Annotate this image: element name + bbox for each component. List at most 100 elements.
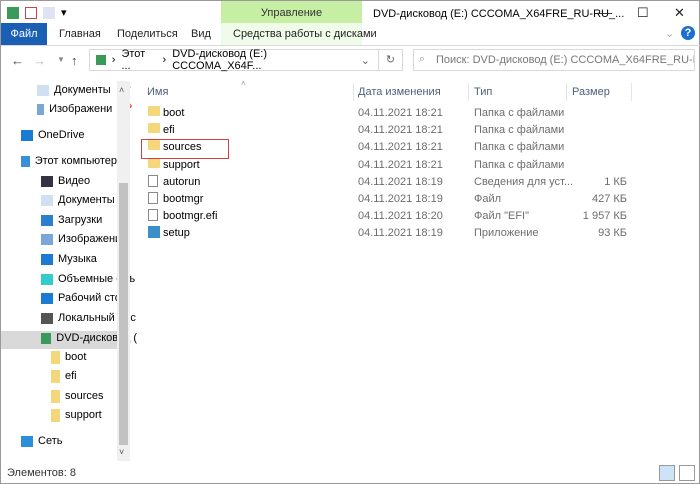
scroll-up-icon[interactable]: ˄ — [119, 85, 124, 95]
up-button[interactable]: ↑ — [71, 53, 78, 68]
column-separator[interactable] — [631, 83, 632, 101]
nav-item-label: Видео — [58, 175, 91, 187]
nav-item-label: Этот компьютер — [34, 155, 117, 167]
search-icon: ⌕ — [419, 53, 426, 65]
file-date: 04.11.2021 18:21 — [358, 141, 443, 154]
file-type: Приложение — [474, 227, 539, 240]
nav-item[interactable]: Этот компьютер — [21, 152, 117, 171]
nav-item[interactable]: OneDrive — [21, 126, 117, 145]
file-size: 1 КБ — [604, 175, 627, 188]
dvd-icon — [96, 55, 106, 65]
file-type: Папка с файлами — [474, 107, 565, 119]
search-input[interactable]: Поиск: DVD-дисковод (E:) CCCOMA_X64FRE_R… — [413, 49, 695, 71]
nav-item-label: support — [65, 409, 102, 421]
documents-icon — [37, 85, 49, 96]
tab-disk-tools[interactable]: Средства работы с дисками — [223, 23, 387, 45]
file-row[interactable]: efi 04.11.2021 18:21 Папка с файлами — [141, 122, 631, 139]
customize-qat-icon[interactable]: ▾ — [61, 6, 67, 19]
folder-icon — [51, 351, 60, 364]
help-icon[interactable]: ? — [681, 26, 695, 40]
nav-item[interactable]: support — [51, 406, 147, 425]
window-title: DVD-дисковод (E:) CCCOMA_X64FRE_RU-RU_..… — [373, 8, 625, 20]
nav-item-label: Документы — [58, 194, 115, 206]
cloud-icon — [21, 130, 33, 141]
file-size: 1 957 КБ — [582, 210, 627, 223]
maximize-button[interactable]: ☐ — [637, 5, 649, 21]
file-date: 04.11.2021 18:20 — [358, 210, 443, 223]
nav-item-label: Загрузки — [58, 214, 103, 226]
file-size: 427 КБ — [591, 193, 627, 205]
refresh-button[interactable]: ↻ — [379, 49, 403, 71]
file-date: 04.11.2021 18:21 — [358, 107, 443, 119]
context-tab-manage[interactable]: Управление — [221, 1, 362, 23]
nav-item[interactable]: sources — [51, 387, 147, 406]
file-date: 04.11.2021 18:19 — [358, 193, 443, 205]
address-dropdown-icon[interactable]: ⌄ — [361, 54, 370, 67]
folder-icon — [148, 157, 160, 168]
nav-item-label: Сеть — [38, 435, 63, 447]
file-name: boot — [163, 107, 185, 119]
3d-objects-icon — [41, 274, 53, 285]
properties-icon[interactable] — [25, 6, 37, 19]
nav-item-label: Изображени — [49, 103, 113, 115]
column-header-date[interactable]: Дата изменения — [358, 83, 441, 101]
column-header-name[interactable]: Имя — [147, 83, 168, 101]
forward-button[interactable]: → — [33, 53, 46, 68]
folder-icon — [148, 123, 160, 134]
address-bar[interactable]: › Этот ... › DVD-дисковод (E:) CCCOMA_X6… — [89, 48, 379, 72]
file-row[interactable]: bootmgr 04.11.2021 18:19 Файл 427 КБ — [141, 191, 631, 208]
column-separator[interactable] — [566, 83, 567, 101]
back-button[interactable]: ← — [11, 53, 24, 68]
column-separator[interactable] — [468, 83, 469, 101]
breadcrumb-this-pc[interactable]: Этот ... — [121, 48, 156, 72]
file-name: bootmgr — [163, 193, 204, 205]
file-type: Папка с файлами — [474, 158, 565, 171]
tab-view[interactable]: Вид — [181, 23, 221, 45]
nav-item[interactable]: efi — [51, 367, 147, 386]
file-row[interactable]: autorun 04.11.2021 18:19 Сведения для уст.… — [141, 174, 631, 191]
folder-icon — [51, 390, 60, 403]
large-icons-view-button[interactable] — [679, 465, 695, 481]
minimize-button[interactable]: — — [599, 5, 612, 20]
file-row[interactable]: setup 04.11.2021 18:19 Приложение 93 КБ — [141, 225, 631, 242]
network-icon — [21, 436, 33, 447]
file-row[interactable]: bootmgr.efi 04.11.2021 18:20 Файл "EFI" 1 9… — [141, 208, 631, 225]
file-type: Файл "EFI" — [474, 210, 530, 223]
details-view-button[interactable] — [659, 465, 675, 481]
drive-icon[interactable] — [7, 6, 19, 19]
pictures-icon — [41, 234, 53, 245]
breadcrumb-separator: › — [111, 54, 116, 66]
nav-item[interactable]: Сеть — [21, 432, 117, 451]
column-header-type[interactable]: Тип — [474, 83, 492, 101]
file-name: support — [163, 158, 200, 171]
folder-icon — [51, 370, 60, 383]
breadcrumb-dvd[interactable]: DVD-дисковод (E:) CCCOMA_X64F... — [172, 48, 355, 72]
tab-share[interactable]: Поделиться — [107, 23, 188, 45]
pictures-icon — [37, 104, 45, 115]
scroll-down-icon[interactable]: ˅ — [119, 447, 124, 457]
nav-item-label: efi — [65, 370, 77, 382]
column-separator[interactable] — [353, 83, 354, 101]
documents-icon — [41, 195, 53, 206]
file-icon — [148, 209, 158, 222]
folder-icon — [51, 409, 60, 422]
recent-locations-icon[interactable]: ▼ — [57, 55, 65, 64]
nav-item-label: Документы — [54, 84, 111, 96]
nav-item-label: boot — [65, 351, 87, 363]
file-row[interactable]: boot 04.11.2021 18:21 Папка с файлами — [141, 105, 631, 122]
video-icon — [41, 176, 53, 187]
setup-icon — [148, 226, 160, 239]
highlight-box — [141, 139, 229, 159]
download-icon — [41, 215, 53, 226]
tab-home[interactable]: Главная — [49, 23, 111, 45]
nav-scrollbar-thumb[interactable] — [119, 183, 128, 445]
close-button[interactable]: ✕ — [674, 5, 685, 21]
new-folder-icon[interactable] — [43, 6, 55, 19]
status-item-count: Элементов: 8 — [7, 467, 76, 479]
tab-file[interactable]: Файл — [1, 23, 47, 45]
column-header-size[interactable]: Размер — [572, 83, 610, 101]
file-date: 04.11.2021 18:19 — [358, 227, 443, 240]
file-row[interactable]: support 04.11.2021 18:21 Папка с файлами — [141, 157, 631, 174]
nav-item[interactable]: boot — [51, 348, 147, 367]
ribbon-expand-icon[interactable]: ⌄ — [665, 27, 674, 40]
